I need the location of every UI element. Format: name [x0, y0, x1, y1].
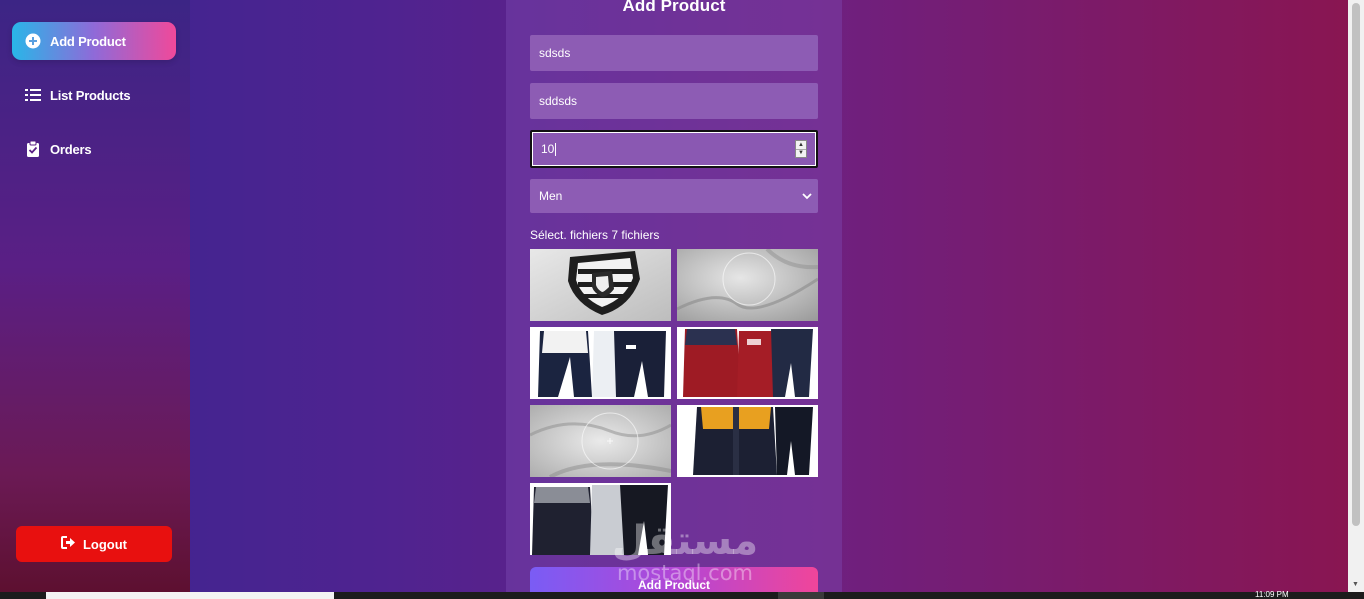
image-preview-black-yellow-tracksuit — [677, 405, 818, 477]
image-preview-grey-black-tracksuit — [530, 483, 671, 555]
os-taskbar: 11:09 PM — [0, 590, 1364, 599]
product-price-value: 10 — [541, 142, 555, 156]
product-name-value: sdsds — [539, 46, 571, 60]
product-price-input[interactable]: 10 ▲ ▼ — [530, 130, 818, 168]
plus-circle-icon — [25, 33, 41, 49]
logout-button[interactable]: Logout — [16, 526, 172, 562]
sidebar-item-list-products[interactable]: List Products — [12, 76, 176, 114]
sidebar: Add Product List Products Orders Logout — [0, 0, 190, 592]
spinner-up-icon[interactable]: ▲ — [796, 141, 806, 150]
sidebar-item-label: Add Product — [50, 33, 126, 49]
add-product-form: Add Product sdsds sddsds 10 ▲ ▼ Men Séle… — [506, 0, 842, 599]
clipboard-check-icon — [25, 141, 41, 157]
product-name-input[interactable]: sdsds — [530, 35, 818, 71]
sidebar-item-add-product[interactable]: Add Product — [12, 22, 176, 60]
sidebar-item-orders[interactable]: Orders — [12, 130, 176, 168]
sidebar-item-label: List Products — [50, 87, 131, 103]
image-preview-grey-hood-closeup — [530, 405, 671, 477]
logout-label: Logout — [82, 536, 128, 552]
sign-out-icon — [60, 536, 76, 552]
page-title: Add Product — [622, 0, 726, 15]
list-icon — [25, 87, 41, 103]
sidebar-item-label: Orders — [50, 141, 92, 157]
page-scrollbar[interactable]: ▼ — [1348, 0, 1364, 592]
taskbar-clock: 11:09 PM — [1255, 590, 1289, 599]
image-preview-crest-closeup — [530, 249, 671, 321]
category-select[interactable]: Men — [530, 179, 818, 213]
scroll-down-arrow-icon[interactable]: ▼ — [1352, 581, 1359, 588]
scrollbar-thumb[interactable] — [1352, 3, 1360, 526]
image-preview-red-navy-tracksuit — [677, 327, 818, 399]
spinner-down-icon[interactable]: ▼ — [796, 150, 806, 158]
image-preview-navy-white-tracksuit — [530, 327, 671, 399]
chevron-down-icon — [802, 193, 812, 200]
taskbar-search-box[interactable] — [46, 592, 334, 599]
image-preview-grey-fabric-closeup — [677, 249, 818, 321]
product-description-value: sddsds — [539, 94, 578, 108]
product-description-input[interactable]: sddsds — [530, 83, 818, 119]
number-spinner[interactable]: ▲ ▼ — [795, 140, 807, 158]
category-selected-value: Men — [539, 189, 563, 203]
file-picker-label[interactable]: Sélect. fichiers 7 fichiers — [530, 228, 659, 242]
taskbar-app-button[interactable] — [778, 592, 824, 599]
text-caret — [555, 142, 557, 156]
